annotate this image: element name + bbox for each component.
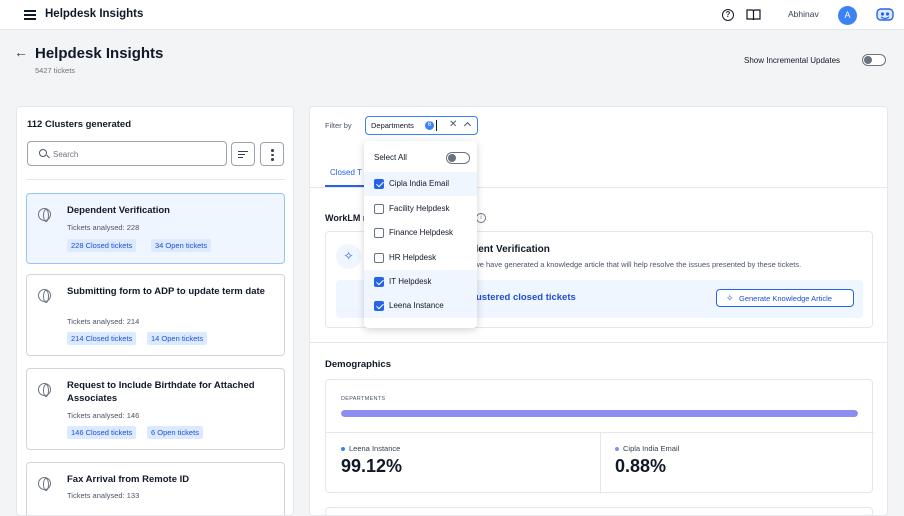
option-label: IT Helpdesk [389, 277, 432, 286]
cluster-card[interactable]: Fax Arrival from Remote ID Tickets analy… [26, 462, 285, 515]
user-name[interactable]: Abhinav [788, 9, 819, 19]
closed-tickets-badge[interactable]: 214 Closed tickets [67, 332, 137, 345]
book-icon[interactable] [746, 9, 761, 21]
tab-closed-tickets[interactable]: Closed T [330, 168, 362, 177]
cluster-card[interactable]: Request to Include Birthdate for Attache… [26, 368, 285, 450]
sort-icon [238, 151, 248, 152]
departments-bar [341, 410, 858, 417]
dropdown-option[interactable]: Finance Helpdesk [364, 221, 477, 245]
cluster-analysed: Tickets analysed: 146 [67, 411, 140, 420]
cluster-card[interactable]: Dependent Verification Tickets analysed:… [26, 193, 285, 264]
option-label: HR Helpdesk [389, 253, 437, 262]
menu-icon[interactable] [24, 10, 36, 20]
cluster-title: Dependent Verification [67, 205, 170, 216]
closed-tickets-badge[interactable]: 228 Closed tickets [67, 239, 137, 252]
open-tickets-badge[interactable]: 14 Open tickets [147, 332, 208, 345]
info-icon[interactable]: i [476, 213, 486, 223]
dropdown-option[interactable]: IT Helpdesk [364, 270, 477, 294]
cluster-title: Submitting form to ADP to update term da… [67, 286, 265, 297]
checkbox[interactable] [374, 253, 384, 263]
back-arrow-icon[interactable]: ← [14, 44, 28, 60]
cluster-card[interactable]: Submitting form to ADP to update term da… [26, 274, 285, 356]
stat-label: Leena Instance [349, 444, 401, 453]
chevron-up-icon[interactable] [463, 121, 472, 130]
next-section-box [325, 507, 873, 515]
legend-dot [341, 447, 345, 451]
text-cursor [436, 120, 437, 131]
dropdown-option[interactable]: Facility Helpdesk [364, 197, 477, 221]
option-label: Leena Instance [389, 301, 444, 310]
kb-title: ndent Verification [466, 244, 550, 255]
incremental-updates-toggle[interactable] [862, 54, 886, 66]
checkbox[interactable] [374, 228, 384, 238]
checkbox[interactable] [374, 179, 384, 189]
app-title: Helpdesk Insights [45, 8, 144, 20]
bot-icon[interactable] [876, 8, 894, 22]
legend-dot [615, 447, 619, 451]
help-icon[interactable]: ? [722, 9, 734, 21]
clusters-heading: 112 Clusters generated [27, 119, 132, 130]
dropdown-option[interactable]: HR Helpdesk [364, 246, 477, 270]
section-divider [310, 342, 887, 343]
option-label: Cipla India Email [389, 179, 450, 188]
more-options-button[interactable] [260, 142, 284, 166]
sparkle-icon: ✧ [336, 244, 361, 269]
dropdown-option[interactable]: Leena Instance [364, 294, 477, 318]
cluster-analysed: Tickets analysed: 214 [67, 317, 140, 326]
stat-value: 99.12% [341, 456, 403, 476]
checkbox[interactable] [374, 277, 384, 287]
page-title: Helpdesk Insights [35, 45, 164, 62]
option-label: Finance Helpdesk [389, 228, 454, 237]
generate-article-button[interactable]: ✧ Generate Knowledge Article [716, 289, 854, 307]
clear-icon[interactable]: ✕ [449, 119, 457, 130]
search-input[interactable] [53, 147, 213, 161]
globe-icon [38, 383, 51, 397]
search-icon [39, 149, 47, 157]
stat-value: 0.88% [615, 456, 667, 476]
scroll-divider [26, 179, 285, 180]
cluster-analysed: Tickets analysed: 228 [67, 223, 140, 232]
worklm-label: WorkLM r [325, 213, 367, 223]
clusters-panel: 112 Clusters generated Dependent Verific… [16, 106, 294, 516]
ticket-count: 5427 tickets [35, 66, 76, 75]
open-tickets-badge[interactable]: 34 Open tickets [151, 239, 212, 252]
sort-button[interactable] [231, 142, 255, 166]
filter-count-badge: 6 [425, 121, 434, 130]
generate-article-label: Generate Knowledge Article [739, 294, 832, 303]
demographics-title: Demographics [325, 359, 391, 370]
select-all-toggle[interactable] [446, 152, 470, 164]
checkbox[interactable] [374, 204, 384, 214]
filter-value: Departments [371, 121, 414, 130]
demographics-box: DEPARTMENTS Leena Instance 99.12% Cipla … [325, 379, 874, 494]
cluster-title: Fax Arrival from Remote ID [67, 474, 190, 485]
checkbox[interactable] [374, 301, 384, 311]
open-tickets-badge[interactable]: 6 Open tickets [147, 426, 203, 439]
kb-description: d, we have generated a knowledge article… [466, 260, 802, 269]
globe-icon [38, 477, 51, 491]
select-all-label: Select All [374, 153, 407, 162]
departments-bar-fill [341, 410, 858, 417]
department-filter-select[interactable]: Departments 6 ✕ [365, 116, 478, 135]
cluster-title: Request to Include Birthdate for Attache… [67, 380, 255, 404]
more-vertical-icon [271, 149, 274, 152]
incremental-updates-label: Show Incremental Updates [744, 56, 841, 65]
globe-icon [38, 208, 51, 222]
avatar[interactable]: A [838, 6, 857, 25]
top-bar: Helpdesk Insights ? Abhinav A [0, 0, 904, 30]
stat-separator [600, 433, 601, 494]
departments-label: DEPARTMENTS [341, 396, 386, 402]
filter-label: Filter by [325, 121, 352, 130]
cluster-analysed: Tickets analysed: 133 [67, 491, 140, 500]
search-box [27, 141, 227, 166]
department-dropdown: Select All Cipla India Email Facility He… [364, 141, 477, 328]
dropdown-option[interactable]: Cipla India Email [364, 172, 477, 196]
closed-tickets-badge[interactable]: 146 Closed tickets [67, 426, 137, 439]
stat-label: Cipla India Email [623, 444, 680, 453]
option-label: Facility Helpdesk [389, 204, 450, 213]
clustered-tickets-link[interactable]: ustered closed tickets [476, 292, 576, 303]
globe-icon [38, 289, 51, 303]
sparkle-icon: ✧ [726, 293, 734, 303]
